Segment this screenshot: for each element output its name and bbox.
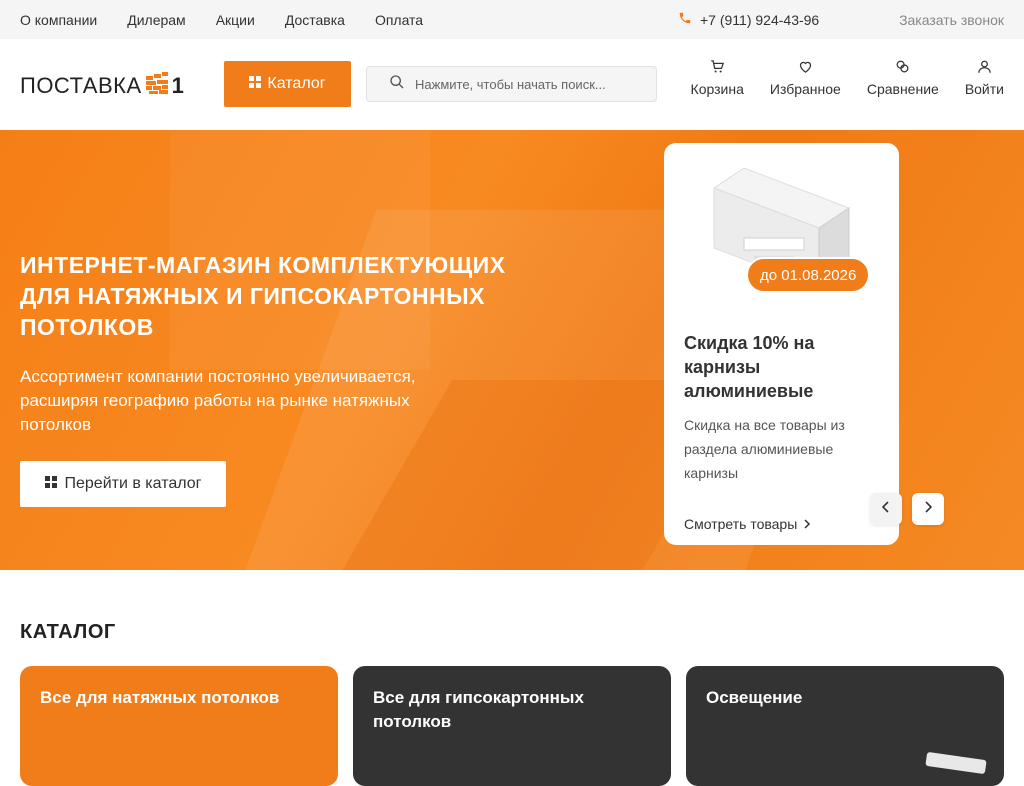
catalog-card-lighting[interactable]: Освещение [686, 666, 1004, 786]
compare-icon [895, 59, 910, 77]
callback-link[interactable]: Заказать звонок [899, 0, 1004, 39]
compare-label: Сравнение [866, 81, 939, 97]
cart-button[interactable]: Корзина [691, 59, 744, 109]
chevron-left-icon [881, 500, 890, 518]
cart-label: Корзина [690, 81, 744, 97]
user-icon [977, 59, 992, 77]
promo-description: Скидка на все товары из раздела алюминие… [684, 417, 845, 481]
search-box [366, 66, 657, 102]
hero-banner: ИНТЕРНЕТ-МАГАЗИН КОМПЛЕКТУЮЩИХ ДЛЯ НАТЯЖ… [0, 130, 1024, 570]
catalog-button[interactable]: Каталог [224, 61, 351, 107]
catalog-card-drywall-ceilings[interactable]: Все для гипсокартонных потолков [353, 666, 671, 786]
top-nav-dealers[interactable]: Дилерам [127, 12, 185, 28]
catalog-card-label: Все для натяжных потолков [40, 688, 280, 707]
cart-icon [710, 59, 725, 77]
logo-brick-icon [145, 72, 168, 99]
catalog-button-label: Каталог [267, 75, 326, 92]
favorites-button[interactable]: Избранное [770, 59, 841, 109]
promo-title: Скидка 10% на карнизы алюминиевые [684, 333, 815, 401]
top-nav-delivery[interactable]: Доставка [285, 12, 345, 28]
hero-title: ИНТЕРНЕТ-МАГАЗИН КОМПЛЕКТУЮЩИХ ДЛЯ НАТЯЖ… [20, 252, 506, 340]
logo-text: ПОСТАВКА [20, 72, 142, 98]
promo-date-badge: до 01.08.2026 [746, 257, 871, 293]
chevron-right-icon [803, 516, 811, 532]
logo-number: 1 [171, 72, 184, 98]
promo-card[interactable]: до 01.08.2026 Скидка 10% на карнизы алюм… [664, 143, 899, 545]
phone-icon [678, 11, 692, 28]
phone-link[interactable]: +7 (911) 924-43-96 [678, 0, 819, 39]
catalog-card-stretch-ceilings[interactable]: Все для натяжных потолков [20, 666, 338, 786]
search-icon[interactable] [389, 74, 405, 95]
chevron-right-icon [924, 500, 933, 518]
top-bar: О компании Дилерам Акции Доставка Оплата… [0, 0, 1024, 39]
heart-icon [798, 59, 813, 77]
slider-prev-button[interactable] [870, 493, 902, 525]
view-products-label: Смотреть товары [684, 516, 798, 532]
catalog-card-label: Освещение [706, 688, 803, 707]
top-nav-promotions[interactable]: Акции [216, 12, 255, 28]
favorites-label: Избранное [769, 81, 841, 97]
slider-next-button[interactable] [912, 493, 944, 525]
compare-button[interactable]: Сравнение [867, 59, 939, 109]
logo[interactable]: ПОСТАВКА 1 [20, 72, 184, 99]
search-input[interactable] [415, 76, 655, 92]
go-to-catalog-button[interactable]: Перейти в каталог [20, 461, 226, 507]
lamp-product-image [925, 751, 987, 775]
grid-icon [44, 475, 57, 493]
phone-number: +7 (911) 924-43-96 [700, 11, 820, 28]
view-products-link[interactable]: Смотреть товары [684, 516, 811, 532]
top-nav-payment[interactable]: Оплата [375, 12, 423, 28]
grid-icon [249, 75, 262, 93]
header-actions: Корзина Избранное Сравнение Войти [691, 59, 1004, 109]
header: ПОСТАВКА 1 Каталог Нажмите, чтобы начать… [0, 39, 1024, 130]
top-nav: О компании Дилерам Акции Доставка Оплата [20, 0, 453, 39]
login-label: Войти [964, 81, 1004, 97]
catalog-heading: КАТАЛОГ [20, 621, 116, 643]
hero-subtitle: Ассортимент компании постоянно увеличива… [20, 367, 416, 434]
login-button[interactable]: Войти [965, 59, 1004, 109]
top-nav-about[interactable]: О компании [20, 12, 97, 28]
catalog-card-label: Все для гипсокартонных потолков [373, 688, 584, 731]
go-to-catalog-label: Перейти в каталог [64, 475, 202, 492]
